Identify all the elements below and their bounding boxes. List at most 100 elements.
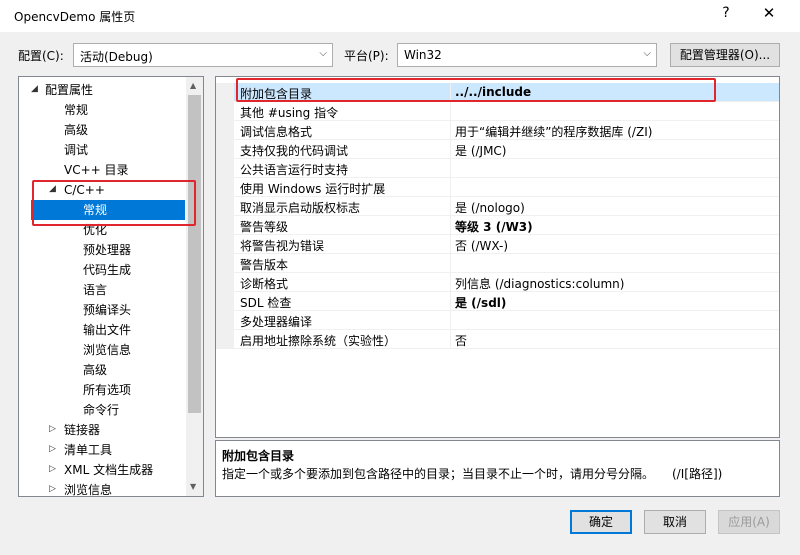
chevron-down-icon: ⌵ — [643, 48, 651, 59]
apply-button[interactable]: 应用(A) — [718, 510, 780, 534]
config-manager-button[interactable]: 配置管理器(O)... — [670, 43, 780, 67]
row-gutter — [216, 197, 234, 216]
property-row[interactable]: 使用 Windows 运行时扩展 — [216, 178, 779, 197]
property-row[interactable]: 诊断格式 列信息 (/diagnostics:column) — [216, 273, 779, 292]
tree-item-browse-info[interactable]: 浏览信息 — [83, 340, 131, 360]
row-gutter — [216, 140, 234, 159]
property-name: 启用地址擦除系统（实验性） — [240, 334, 397, 348]
property-value[interactable]: 是 (/JMC) — [455, 142, 507, 159]
ok-button[interactable]: 确定 — [570, 510, 632, 534]
config-dropdown[interactable]: 活动(Debug) ⌵ — [73, 43, 333, 67]
row-gutter — [216, 121, 234, 140]
property-value[interactable]: ../../include — [455, 85, 531, 99]
column-divider — [450, 273, 451, 292]
property-name: 其他 #using 指令 — [240, 106, 339, 120]
row-gutter — [216, 254, 234, 273]
property-row[interactable]: 其他 #using 指令 — [216, 102, 779, 121]
property-name: SDL 检查 — [240, 296, 292, 310]
collapsed-triangle-icon[interactable]: ▷ — [49, 444, 56, 454]
column-divider — [450, 197, 451, 216]
property-value[interactable]: 是 (/sdl) — [455, 294, 506, 311]
tree-item-all-options[interactable]: 所有选项 — [83, 380, 131, 400]
collapsed-triangle-icon[interactable]: ▷ — [49, 464, 56, 474]
tree-scrollbar[interactable]: ▲ ▼ — [186, 77, 203, 496]
column-divider — [450, 83, 451, 102]
tree-item-cpp-advanced[interactable]: 高级 — [83, 360, 107, 380]
property-row[interactable]: 启用地址擦除系统（实验性） 否 — [216, 330, 779, 349]
row-gutter — [216, 102, 234, 121]
property-name: 取消显示启动版权标志 — [240, 201, 361, 215]
property-name: 使用 Windows 运行时扩展 — [240, 182, 386, 196]
scroll-up-icon[interactable]: ▲ — [190, 81, 196, 90]
tree-item-debugging[interactable]: 调试 — [64, 140, 88, 160]
row-gutter — [216, 235, 234, 254]
property-value[interactable]: 是 (/nologo) — [455, 199, 525, 216]
property-row[interactable]: 支持仅我的代码调试 是 (/JMC) — [216, 140, 779, 159]
expanded-triangle-icon[interactable]: ◢ — [49, 184, 56, 194]
property-tree[interactable]: ◢ 配置属性 常规 高级 调试 VC++ 目录 ◢ C/C++ 常规 优化 预处… — [18, 76, 204, 497]
property-name: 公共语言运行时支持 — [240, 163, 349, 177]
scroll-down-icon[interactable]: ▼ — [190, 482, 196, 491]
description-title: 附加包含目录 — [222, 449, 295, 463]
property-value[interactable]: 列信息 (/diagnostics:column) — [455, 275, 624, 292]
tree-item-language[interactable]: 语言 — [83, 280, 107, 300]
property-row[interactable]: 公共语言运行时支持 — [216, 159, 779, 178]
property-value[interactable]: 否 — [455, 332, 467, 349]
property-name: 将警告视为错误 — [240, 239, 325, 253]
tree-item-cpp-general[interactable]: 常规 — [83, 200, 107, 220]
tree-item-config-properties[interactable]: 配置属性 — [45, 80, 93, 100]
column-divider — [450, 292, 451, 311]
column-divider — [450, 254, 451, 273]
property-name: 诊断格式 — [240, 277, 289, 291]
row-gutter — [216, 273, 234, 292]
property-row[interactable]: 取消显示启动版权标志 是 (/nologo) — [216, 197, 779, 216]
property-row[interactable]: 调试信息格式 用于“编辑并继续”的程序数据库 (/ZI) — [216, 121, 779, 140]
property-row[interactable]: 警告等级 等级 3 (/W3) — [216, 216, 779, 235]
scroll-thumb[interactable] — [188, 95, 201, 413]
property-value[interactable]: 等级 3 (/W3) — [455, 218, 533, 235]
column-divider — [450, 235, 451, 254]
property-value[interactable]: 否 (/WX-) — [455, 237, 508, 254]
platform-dropdown[interactable]: Win32 ⌵ — [397, 43, 657, 67]
tree-item-browse-information[interactable]: 浏览信息 — [64, 480, 112, 496]
tree-item-cpp[interactable]: C/C++ — [64, 180, 105, 200]
property-grid[interactable]: 附加包含目录 ../../include 其他 #using 指令 调试信息格式… — [215, 76, 780, 438]
description-text: 指定一个或多个要添加到包含路径中的目录；当目录不止一个时，请用分号分隔。 — [222, 467, 655, 481]
tree-item-optimization[interactable]: 优化 — [83, 220, 107, 240]
column-divider — [450, 159, 451, 178]
description-switch: (/I[路径]) — [672, 467, 723, 481]
property-row[interactable]: 附加包含目录 ../../include — [216, 83, 779, 102]
tree-item-precompiled-headers[interactable]: 预编译头 — [83, 300, 131, 320]
tree-item-advanced[interactable]: 高级 — [64, 120, 88, 140]
tree-item-output-files[interactable]: 输出文件 — [83, 320, 131, 340]
row-gutter — [216, 216, 234, 235]
row-gutter — [216, 292, 234, 311]
tree-item-vc-directories[interactable]: VC++ 目录 — [64, 160, 129, 180]
tree-item-command-line[interactable]: 命令行 — [83, 400, 119, 420]
tree-item-code-generation[interactable]: 代码生成 — [83, 260, 131, 280]
cancel-button[interactable]: 取消 — [644, 510, 706, 534]
tree-item-xml-doc-generator[interactable]: XML 文档生成器 — [64, 460, 153, 480]
property-row[interactable]: 将警告视为错误 否 (/WX-) — [216, 235, 779, 254]
tree-item-general[interactable]: 常规 — [64, 100, 88, 120]
window-title: OpencvDemo 属性页 — [14, 10, 136, 24]
collapsed-triangle-icon[interactable]: ▷ — [49, 424, 56, 434]
close-icon[interactable]: ✕ — [758, 4, 780, 26]
collapsed-triangle-icon[interactable]: ▷ — [49, 484, 56, 494]
platform-label: 平台(P): — [344, 49, 389, 63]
config-dropdown-value: 活动(Debug) — [80, 50, 153, 64]
title-bar: OpencvDemo 属性页 ? ✕ — [0, 0, 800, 32]
property-row[interactable]: 多处理器编译 — [216, 311, 779, 330]
column-divider — [450, 311, 451, 330]
tree-item-preprocessor[interactable]: 预处理器 — [83, 240, 131, 260]
tree-item-manifest-tool[interactable]: 清单工具 — [64, 440, 112, 460]
platform-dropdown-value: Win32 — [404, 48, 442, 62]
expanded-triangle-icon[interactable]: ◢ — [31, 84, 38, 94]
property-value[interactable]: 用于“编辑并继续”的程序数据库 (/ZI) — [455, 123, 652, 140]
help-icon[interactable]: ? — [716, 5, 736, 25]
property-row[interactable]: 警告版本 — [216, 254, 779, 273]
property-name: 调试信息格式 — [240, 125, 313, 139]
config-label: 配置(C): — [18, 49, 64, 63]
tree-item-linker[interactable]: 链接器 — [64, 420, 100, 440]
property-row[interactable]: SDL 检查 是 (/sdl) — [216, 292, 779, 311]
